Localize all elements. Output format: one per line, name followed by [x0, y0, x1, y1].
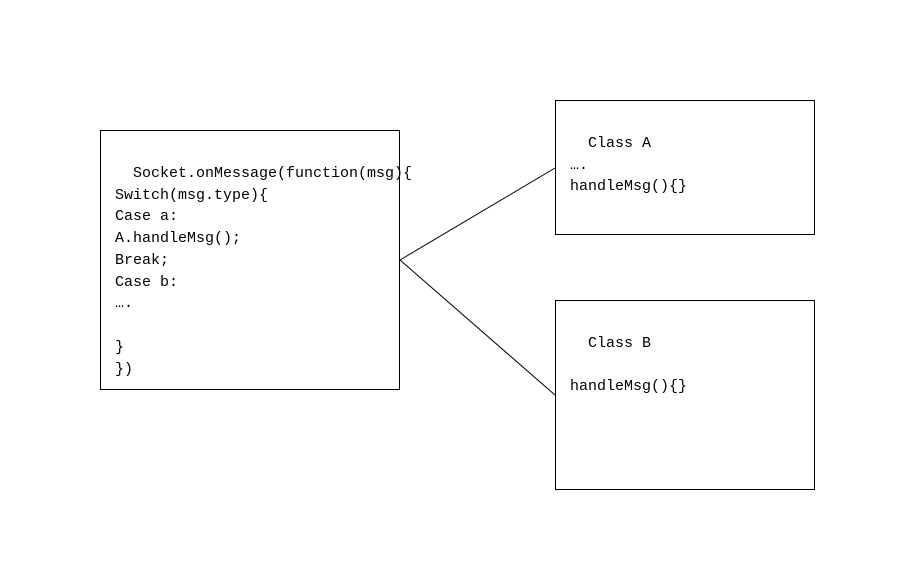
class-a-box: Class A …. handleMsg(){}	[555, 100, 815, 235]
class-b-box: Class B handleMsg(){}	[555, 300, 815, 490]
main-code-box: Socket.onMessage(function(msg){ Switch(m…	[100, 130, 400, 390]
main-code-text: Socket.onMessage(function(msg){ Switch(m…	[115, 165, 412, 378]
connector-main-to-classA	[400, 168, 555, 260]
connector-main-to-classB	[400, 260, 555, 395]
class-a-text: Class A …. handleMsg(){}	[570, 135, 687, 196]
class-b-text: Class B handleMsg(){}	[570, 335, 687, 396]
